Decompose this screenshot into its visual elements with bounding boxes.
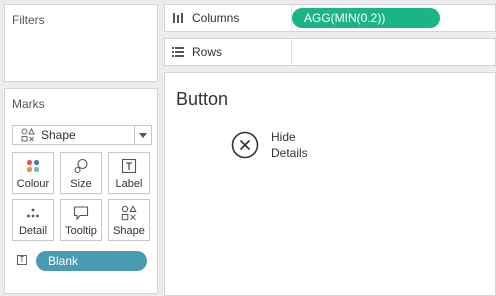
columns-shelf-header: Columns: [165, 5, 292, 31]
hide-details-label[interactable]: Hide Details: [271, 129, 351, 161]
detail-button[interactable]: Detail: [12, 199, 54, 241]
rows-shelf[interactable]: Rows: [164, 38, 496, 66]
size-circles-icon: [74, 158, 88, 174]
shape-icon: [21, 128, 35, 142]
tooltip-label: Tooltip: [65, 225, 97, 237]
shape-button[interactable]: Shape: [108, 199, 150, 241]
shape-label: Shape: [113, 225, 145, 237]
filters-card[interactable]: Filters: [4, 4, 158, 82]
marks-title: Marks: [12, 97, 45, 111]
size-button[interactable]: Size: [60, 152, 102, 194]
chevron-down-icon: [139, 132, 147, 138]
label-button[interactable]: Label: [108, 152, 150, 194]
shape-icon: [121, 205, 137, 221]
rows-label: Rows: [192, 45, 223, 59]
sheet-title: Button: [176, 89, 229, 109]
mark-type-dropdown[interactable]: Shape: [12, 125, 152, 145]
blank-pill[interactable]: Blank: [36, 251, 147, 271]
colour-dots-icon: [26, 159, 40, 173]
filters-title: Filters: [12, 13, 45, 27]
view-canvas: Button Hide Details: [164, 72, 496, 296]
marks-card: Marks Shape Colour Size Label Detail Too…: [4, 88, 158, 294]
rows-icon: [172, 47, 184, 57]
agg-pill[interactable]: AGG(MIN(0.2)): [292, 8, 440, 28]
columns-icon: [173, 13, 183, 23]
mark-type-label: Shape: [41, 128, 76, 142]
detail-dots-icon: [27, 208, 39, 218]
hide-details-line2: Details: [271, 146, 308, 160]
rows-shelf-header: Rows: [165, 39, 292, 65]
tooltip-bubble-icon: [73, 206, 89, 221]
text-encoding-icon[interactable]: T: [17, 255, 27, 265]
colour-button[interactable]: Colour: [12, 152, 54, 194]
text-label-icon: [121, 158, 137, 174]
dropdown-caret[interactable]: [134, 126, 151, 144]
hide-details-line1: Hide: [271, 130, 296, 144]
label-label: Label: [115, 178, 143, 190]
columns-shelf[interactable]: Columns AGG(MIN(0.2)): [164, 4, 496, 32]
tooltip-button[interactable]: Tooltip: [60, 199, 102, 241]
marks-field-row: T Blank: [17, 251, 153, 271]
tableau-workspace: Filters Marks Shape Colour Size Label De…: [0, 0, 496, 296]
columns-label: Columns: [192, 11, 240, 25]
size-label: Size: [70, 178, 92, 190]
colour-label: Colour: [16, 178, 50, 190]
x-circle-icon[interactable]: [231, 131, 259, 159]
detail-label: Detail: [18, 225, 48, 237]
